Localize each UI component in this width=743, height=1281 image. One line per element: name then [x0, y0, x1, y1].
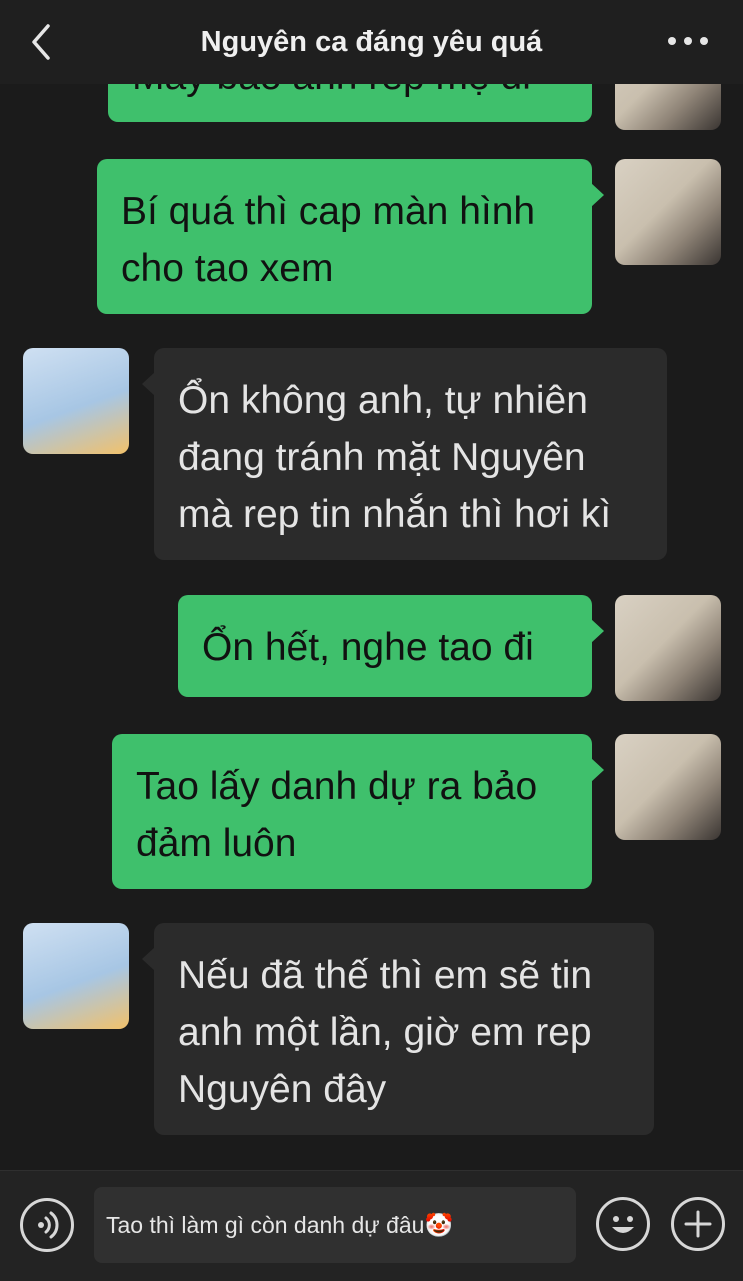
chevron-left-icon — [32, 24, 50, 60]
message-text: Tao lấy danh dự ra bảo đảm luôn — [136, 765, 538, 865]
voice-button[interactable] — [20, 1198, 74, 1252]
chat-title: Nguyên ca đáng yêu quá — [200, 26, 543, 58]
message-input-bar: Tao thì làm gì còn danh dự đâu🤡 — [0, 1170, 743, 1281]
message-text: Ổn không anh, tự nhiên đang tránh mặt Ng… — [178, 379, 612, 536]
more-dots-icon — [668, 37, 708, 45]
chat-header: Nguyên ca đáng yêu quá — [0, 0, 743, 84]
avatar-me[interactable] — [615, 84, 721, 130]
message-bubble-outgoing[interactable]: Mày bảo anh rep mẹ đi — [108, 84, 592, 122]
bubble-tail — [142, 372, 155, 396]
avatar-contact[interactable] — [23, 923, 129, 1029]
avatar-me[interactable] — [615, 734, 721, 840]
emoji-icon — [612, 1216, 634, 1233]
message-bubble-outgoing[interactable]: Ổn hết, nghe tao đi — [178, 595, 604, 697]
add-button[interactable] — [671, 1197, 725, 1251]
avatar-me[interactable] — [615, 595, 721, 701]
message-text: Bí quá thì cap màn hình cho tao xem — [121, 190, 536, 290]
avatar-contact[interactable] — [23, 348, 129, 454]
message-text: Nếu đã thế thì em sẽ tin anh một lần, gi… — [178, 954, 593, 1111]
voice-icon — [38, 1211, 59, 1239]
bubble-tail — [591, 183, 604, 207]
emoji-button[interactable] — [596, 1197, 650, 1251]
message-bubble-incoming[interactable]: Nếu đã thế thì em sẽ tin anh một lần, gi… — [142, 923, 654, 1135]
message-bubble-outgoing[interactable]: Bí quá thì cap màn hình cho tao xem — [97, 159, 604, 314]
message-input[interactable]: Tao thì làm gì còn danh dự đâu🤡 — [94, 1187, 576, 1263]
avatar-me[interactable] — [615, 159, 721, 265]
plus-icon — [684, 1210, 712, 1238]
bubble-tail — [142, 947, 155, 971]
message-text: Mày bảo anh rep mẹ đi — [132, 84, 531, 98]
bubble-tail — [591, 619, 604, 643]
message-bubble-outgoing[interactable]: Tao lấy danh dự ra bảo đảm luôn — [112, 734, 604, 889]
message-input-text: Tao thì làm gì còn danh dự đâu🤡 — [106, 1211, 454, 1238]
back-button[interactable] — [22, 20, 62, 64]
bubble-tail — [591, 758, 604, 782]
message-text: Ổn hết, nghe tao đi — [202, 626, 534, 669]
message-list[interactable]: Mày bảo anh rep mẹ đi Bí quá thì cap màn… — [0, 84, 743, 1170]
message-bubble-incoming[interactable]: Ổn không anh, tự nhiên đang tránh mặt Ng… — [142, 348, 667, 560]
more-options-button[interactable] — [663, 26, 713, 56]
